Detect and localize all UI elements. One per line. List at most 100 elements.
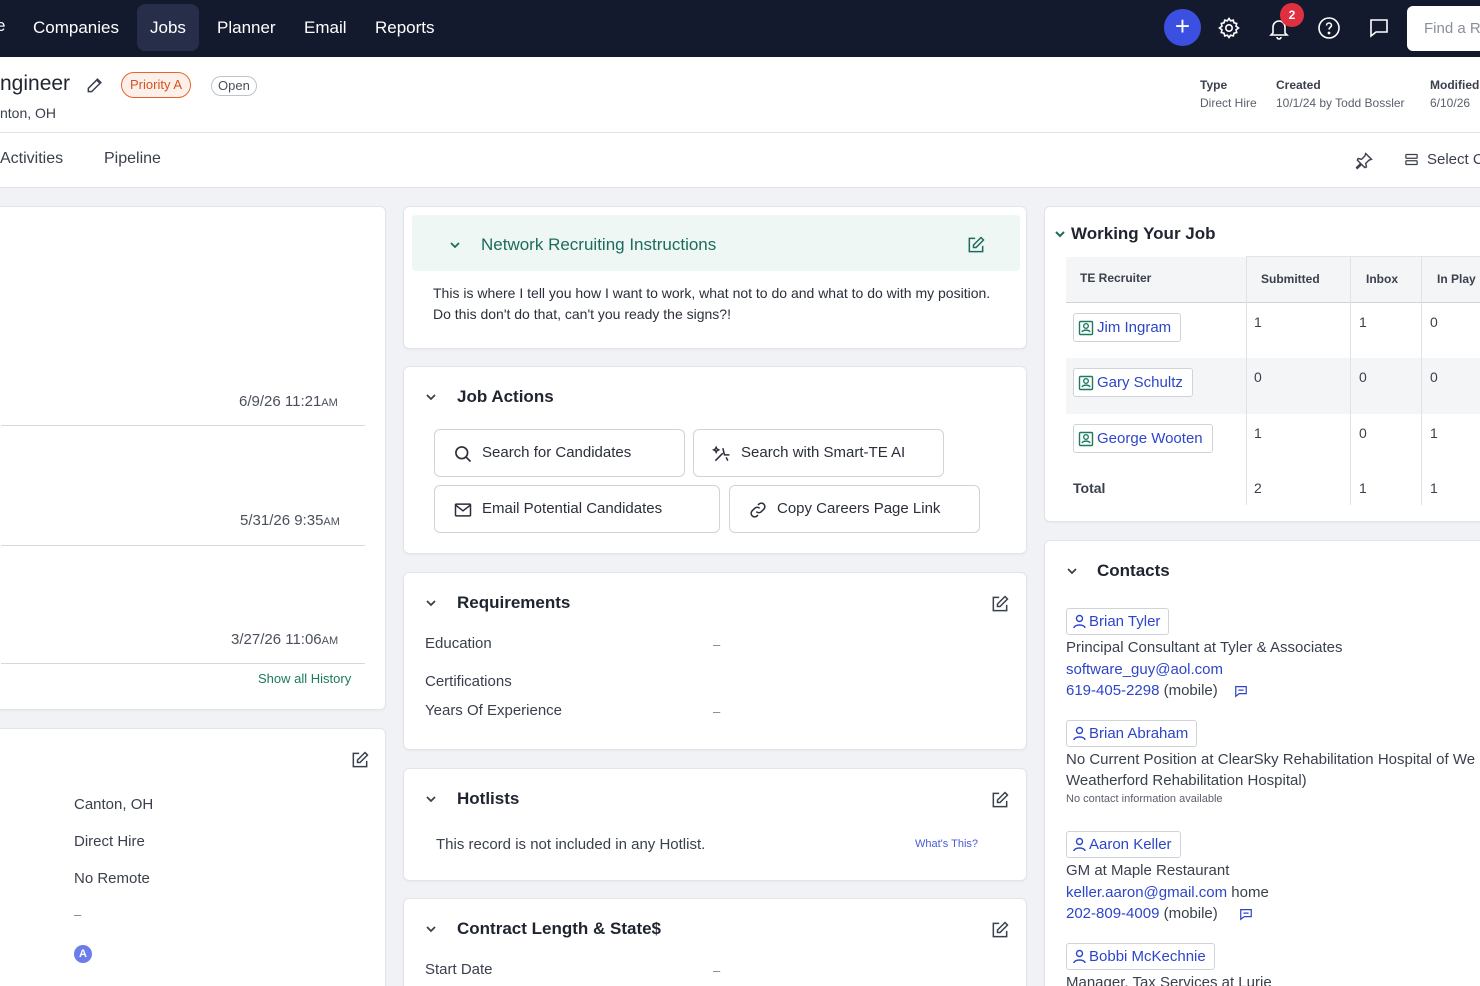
- edit-icon[interactable]: [966, 235, 986, 255]
- person-icon: [1073, 614, 1086, 629]
- notification-badge: 2: [1280, 3, 1304, 27]
- total-label: Total: [1073, 480, 1106, 496]
- person-icon: [1073, 837, 1086, 852]
- divider: [1, 545, 365, 546]
- column-header: Inbox: [1366, 272, 1398, 286]
- contact-brian-abraham[interactable]: Brian Abraham: [1066, 720, 1198, 747]
- ai-wand-icon: [712, 445, 730, 462]
- detail-empty: –: [74, 907, 82, 922]
- chevron-down-icon[interactable]: [424, 390, 438, 404]
- requirement-label: Education: [425, 635, 492, 652]
- contact-email: keller.aaron@gmail.com home: [1066, 884, 1269, 901]
- sms-icon[interactable]: [1239, 907, 1253, 921]
- copy-careers-link-button[interactable]: Copy Careers Page Link: [729, 485, 980, 533]
- type-value: Direct Hire: [1200, 96, 1257, 110]
- divider: [1066, 302, 1480, 303]
- sms-icon[interactable]: [1234, 684, 1248, 698]
- column-header: In Play: [1437, 272, 1476, 286]
- chevron-down-icon[interactable]: [424, 792, 438, 806]
- contact-phone: 619-405-2298 (mobile): [1066, 682, 1218, 699]
- search-candidates-button[interactable]: Search for Candidates: [434, 429, 685, 477]
- gear-icon[interactable]: [1217, 16, 1241, 40]
- requirement-value: –: [713, 637, 721, 652]
- inbox-count: 0: [1359, 369, 1367, 385]
- nav-email[interactable]: Email: [291, 4, 360, 51]
- edit-icon[interactable]: [350, 750, 370, 770]
- contact-card-icon: [1078, 375, 1094, 391]
- column-divider: [1350, 257, 1351, 505]
- contact-position: Manager, Tax Services at Lurie: [1066, 974, 1272, 986]
- contact-card-icon: [1078, 431, 1094, 447]
- chevron-down-icon[interactable]: [448, 238, 462, 252]
- button-label: Search with Smart-TE AI: [741, 444, 906, 461]
- job-location: nton, OH: [0, 105, 57, 121]
- edit-icon[interactable]: [85, 75, 105, 95]
- priority-badge: Priority A: [121, 72, 192, 98]
- contact-email-link[interactable]: keller.aaron@gmail.com: [1066, 884, 1227, 901]
- chevron-down-icon[interactable]: [1053, 227, 1067, 241]
- contact-phone-link[interactable]: 619-405-2298: [1066, 682, 1159, 699]
- tab-pipeline[interactable]: Pipeline: [104, 150, 161, 168]
- created-label: Created: [1276, 78, 1321, 92]
- search-input[interactable]: Find a Re: [1407, 6, 1480, 51]
- job-header: ngineer Priority A Open nton, OH Type Di…: [0, 57, 1480, 133]
- inplay-count: 0: [1430, 314, 1438, 330]
- nav-jobs[interactable]: Jobs: [137, 4, 199, 51]
- requirements-title: Requirements: [457, 593, 571, 612]
- tab-activities[interactable]: Activities: [0, 150, 63, 168]
- contact-email-link[interactable]: software_guy@aol.com: [1066, 661, 1223, 678]
- contact-phone-link[interactable]: 202-809-4009: [1066, 905, 1159, 922]
- contract-card: Contract Length & State$ Start Date –: [403, 898, 1027, 986]
- edit-icon[interactable]: [990, 594, 1010, 614]
- network-title: Network Recruiting Instructions: [481, 235, 717, 254]
- top-nav: e Companies Jobs Planner Email Reports +…: [0, 0, 1480, 57]
- select-columns-button[interactable]: Select C: [1427, 151, 1480, 168]
- contact-phone: 202-809-4009 (mobile): [1066, 905, 1218, 922]
- chevron-down-icon[interactable]: [424, 922, 438, 936]
- search-icon: [455, 446, 472, 463]
- inbox-count: 1: [1359, 314, 1367, 330]
- submitted-count: 1: [1254, 425, 1262, 441]
- nav-planner[interactable]: Planner: [204, 4, 289, 51]
- help-icon[interactable]: [1317, 16, 1341, 40]
- person-icon: [1073, 949, 1086, 964]
- recruiter-george-wooten[interactable]: George Wooten: [1073, 424, 1213, 453]
- detail-type: Direct Hire: [74, 833, 145, 850]
- pin-icon[interactable]: [1354, 151, 1374, 171]
- chevron-down-icon[interactable]: [424, 596, 438, 610]
- smart-te-search-button[interactable]: Search with Smart-TE AI: [693, 429, 944, 477]
- recruiter-gary-schultz[interactable]: Gary Schultz: [1073, 368, 1193, 397]
- hotlists-title: Hotlists: [457, 789, 520, 808]
- mail-icon: [454, 503, 472, 517]
- column-divider: [1421, 257, 1422, 505]
- email-candidates-button[interactable]: Email Potential Candidates: [434, 485, 720, 533]
- inplay-count: 1: [1430, 425, 1438, 441]
- whats-this-link[interactable]: What's This?: [915, 838, 978, 850]
- hotlists-empty-text: This record is not included in any Hotli…: [436, 836, 706, 853]
- edit-icon[interactable]: [990, 790, 1010, 810]
- contract-label: Start Date: [425, 961, 493, 978]
- layout-icon[interactable]: [1404, 152, 1419, 167]
- chevron-down-icon[interactable]: [1065, 564, 1079, 578]
- add-button[interactable]: +: [1164, 9, 1201, 46]
- created-value: 10/1/24 by Todd Bossler: [1276, 96, 1405, 110]
- nav-reports[interactable]: Reports: [362, 4, 448, 51]
- contact-position: Principal Consultant at Tyler & Associat…: [1066, 639, 1343, 656]
- hotlists-card: Hotlists This record is not included in …: [403, 768, 1027, 881]
- button-label: Copy Careers Page Link: [777, 500, 941, 517]
- contact-brian-tyler[interactable]: Brian Tyler: [1066, 608, 1170, 635]
- edit-icon[interactable]: [990, 920, 1010, 940]
- divider: [1, 425, 365, 426]
- history-date: 3/27/26 11:06AM: [231, 631, 339, 648]
- show-all-history-link[interactable]: Show all History: [258, 671, 351, 686]
- contact-bobbi-mckechnie[interactable]: Bobbi McKechnie: [1066, 943, 1215, 970]
- nav-companies[interactable]: Companies: [20, 4, 132, 51]
- contact-aaron-keller[interactable]: Aaron Keller: [1066, 831, 1181, 858]
- history-date: 5/31/26 9:35AM: [240, 512, 340, 529]
- contact-position: No Current Position at ClearSky Rehabili…: [1066, 751, 1476, 768]
- working-job-card: Working Your Job TE Recruiter Submitted …: [1044, 206, 1480, 522]
- recruiter-jim-ingram[interactable]: Jim Ingram: [1073, 313, 1182, 342]
- total-inplay: 1: [1430, 480, 1438, 496]
- link-icon: [750, 502, 766, 518]
- chat-icon[interactable]: [1367, 16, 1391, 40]
